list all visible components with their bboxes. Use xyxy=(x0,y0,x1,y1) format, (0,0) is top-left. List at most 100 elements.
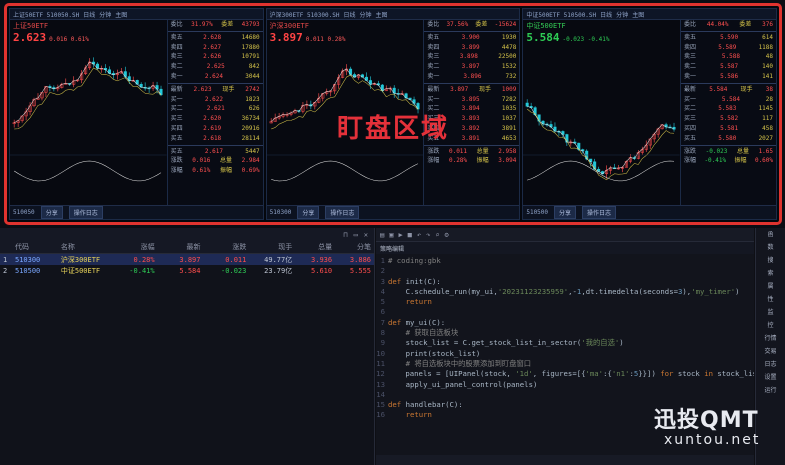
code-text: return xyxy=(405,410,432,420)
order-book-row: 买二 2.621 626 xyxy=(168,104,263,114)
book-separator xyxy=(167,30,263,32)
settings-icon[interactable]: ⚙ xyxy=(445,231,449,239)
book-volume: 5447 xyxy=(245,147,260,155)
right-panel-item[interactable]: 属 xyxy=(756,280,785,293)
footer-tab[interactable]: 510500 xyxy=(526,209,548,216)
panel-toolbar-item[interactable]: 分钟 xyxy=(360,10,372,19)
book-volume: 117 xyxy=(762,115,773,123)
right-panel-item[interactable]: 搜 xyxy=(756,254,785,267)
line-number: 8 xyxy=(380,328,385,338)
code-text: C.schedule_run(my_ui,'20231123235959',-1… xyxy=(388,286,740,296)
table-row[interactable]: 2 510500 中证500ETF -0.41% 5.584 -0.023 23.79亿 5.… xyxy=(0,265,374,276)
column-header[interactable]: 名称 xyxy=(58,242,110,252)
footer-tab[interactable]: 510300 xyxy=(270,209,292,216)
panel-toolbar-item[interactable]: 日线 xyxy=(600,10,612,19)
code-line: 14 xyxy=(376,390,754,400)
right-panel-item[interactable]: 数 xyxy=(756,241,785,254)
book-volume: 14680 xyxy=(241,33,260,41)
order-book-row: 卖三 3.898 22500 xyxy=(424,52,519,62)
pin-icon[interactable]: ⊓ xyxy=(343,231,347,239)
footer-button[interactable]: 操作日志 xyxy=(325,206,360,219)
editor-tab[interactable]: 策略编辑 xyxy=(380,244,404,253)
book-label: 卖三 xyxy=(170,53,183,61)
restore-icon[interactable]: ▭ xyxy=(354,231,358,239)
column-header[interactable]: 现手 xyxy=(249,242,295,252)
editor-statusbar xyxy=(376,455,754,465)
right-panel-item[interactable]: 性 xyxy=(756,293,785,306)
right-panel-item[interactable]: 日志 xyxy=(756,358,785,371)
book-price: 2.618 xyxy=(203,134,222,142)
footer-button[interactable]: 操作日志 xyxy=(68,206,103,219)
right-panel-item[interactable]: 控 xyxy=(756,319,785,332)
watchlist-header: 代码 名称 涨幅 最新 涨跌 现手 总量 分笔 xyxy=(0,241,374,254)
footer-button[interactable]: 分享 xyxy=(554,206,577,219)
book-extra: 2742 xyxy=(245,85,260,93)
open-icon[interactable]: ▤ xyxy=(380,231,384,239)
book-price: 3.895 xyxy=(461,95,480,103)
right-panel-item[interactable]: 运行 xyxy=(756,384,785,397)
panel-toolbar-item[interactable]: 主图 xyxy=(115,10,127,19)
right-panel-item[interactable]: 索 xyxy=(756,267,785,280)
footer-button[interactable]: 操作日志 xyxy=(582,206,617,219)
order-book-row: 买一 5.584 28 xyxy=(681,95,776,105)
book-volume: 732 xyxy=(505,72,517,80)
book-price: 5.581 xyxy=(720,124,739,132)
code-line: 12 panels = [UIPanel(stock, '1d', figure… xyxy=(376,369,754,379)
book-volume: 1188 xyxy=(758,43,774,51)
book-label: 涨幅 xyxy=(427,157,440,165)
indicator-line xyxy=(527,160,675,182)
column-header[interactable]: 分笔 xyxy=(335,242,374,252)
panel-toolbar-item[interactable]: 分钟 xyxy=(616,10,628,19)
ma5-line xyxy=(14,61,162,123)
run-icon[interactable]: ▶ xyxy=(398,231,402,239)
column-header[interactable]: 总量 xyxy=(295,242,335,252)
book-label: 卖三 xyxy=(427,53,440,61)
column-header[interactable]: 代码 xyxy=(12,242,58,252)
book-label: 最新 xyxy=(427,85,440,93)
line-number: 16 xyxy=(376,410,385,420)
close-icon[interactable]: ✕ xyxy=(364,231,368,239)
book-volume: 2027 xyxy=(758,134,774,142)
book-price: 37.56% xyxy=(446,21,469,28)
right-panel-item[interactable]: 行情 xyxy=(756,332,785,345)
book-volume: 委差 xyxy=(739,21,752,28)
book-volume: 36734 xyxy=(241,115,260,123)
book-extra: 1009 xyxy=(501,85,517,93)
panel-toolbar-item[interactable]: 主图 xyxy=(376,10,388,19)
monitor-overlay-label: 盯盘区域 xyxy=(337,114,450,144)
column-header[interactable]: 涨跌 xyxy=(203,242,249,252)
undo-icon[interactable]: ↶ xyxy=(417,231,421,239)
redo-icon[interactable]: ↷ xyxy=(426,231,430,239)
book-separator xyxy=(167,144,263,146)
right-panel-item[interactable]: 监 xyxy=(756,306,785,319)
stop-icon[interactable]: ■ xyxy=(408,231,412,239)
code-line: 10 print(stock_list) xyxy=(376,349,754,359)
book-label: 卖五 xyxy=(684,33,697,41)
order-book: 委比 31.97% 委差 43793 卖五 2.628 14680 卖四 2.627 17880 卖… xyxy=(166,20,263,205)
right-panel-item[interactable]: 函 xyxy=(756,228,785,241)
order-book-row: 买三 5.582 117 xyxy=(681,114,776,124)
right-panel-item[interactable]: 交易 xyxy=(756,345,785,358)
column-header[interactable]: 最新 xyxy=(158,242,204,252)
find-icon[interactable]: ⌕ xyxy=(435,231,439,239)
book-price: 2.623 xyxy=(193,85,212,93)
book-label: 卖四 xyxy=(684,43,697,51)
footer-tab[interactable]: 510050 xyxy=(13,209,35,216)
book-volume: 1823 xyxy=(245,95,260,103)
save-icon[interactable]: ▣ xyxy=(389,231,393,239)
panel-toolbar-item[interactable]: 日线 xyxy=(343,10,355,19)
book-price: 31.97% xyxy=(191,21,213,28)
table-row[interactable]: 1 510300 沪深300ETF 0.28% 3.897 0.011 49.77亿 3.93… xyxy=(0,254,374,265)
panel-toolbar: 上证50ETF 510050.SH 日线 分钟 主图 xyxy=(10,9,263,20)
footer-button[interactable]: 分享 xyxy=(40,206,63,219)
column-header[interactable]: 涨幅 xyxy=(110,242,158,252)
book-volume: 20916 xyxy=(241,124,260,132)
panel-footer: 510500 分享 操作日志 xyxy=(523,205,777,219)
right-panel-item[interactable]: 设置 xyxy=(756,371,785,384)
panel-toolbar-item[interactable]: 日线 xyxy=(83,10,95,19)
panel-toolbar-item[interactable]: 分钟 xyxy=(99,10,111,19)
footer-button[interactable]: 分享 xyxy=(297,206,320,219)
book-price: 2.617 xyxy=(204,147,223,155)
panel-toolbar-item[interactable]: 主图 xyxy=(632,10,644,19)
book-volume: 28114 xyxy=(241,134,260,142)
